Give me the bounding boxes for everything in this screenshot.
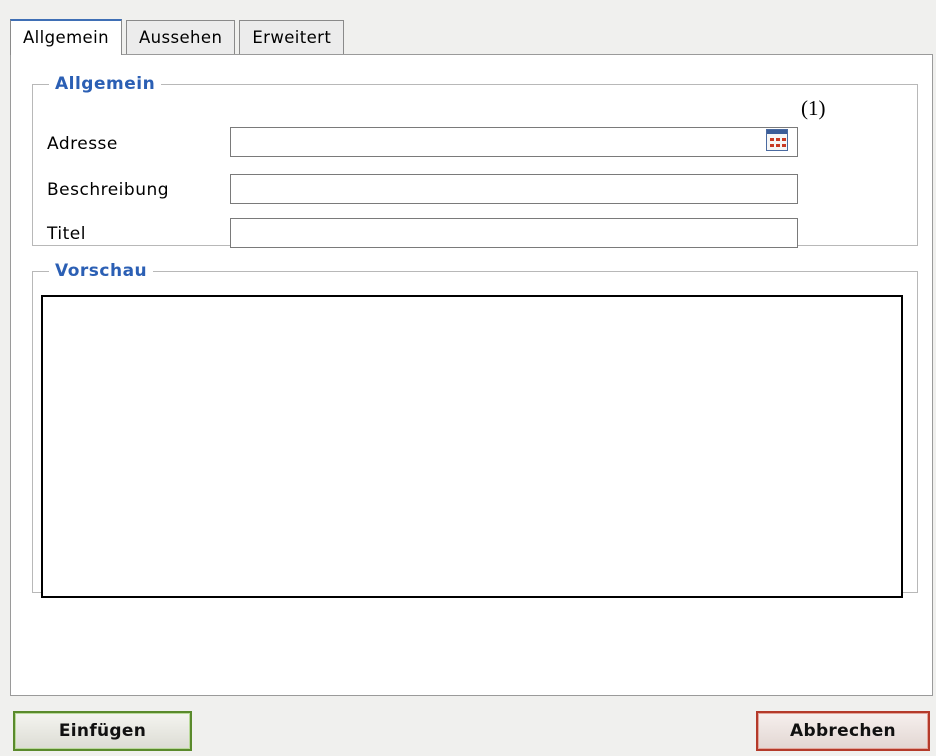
general-legend: Allgemein bbox=[55, 74, 156, 94]
tab-panel: Allgemein Adresse Beschreibung Titel Vor… bbox=[10, 54, 933, 696]
tab-erweitert[interactable]: Erweitert bbox=[239, 20, 345, 54]
title-input[interactable] bbox=[230, 218, 798, 248]
general-fieldset: Allgemein Adresse Beschreibung Titel bbox=[32, 74, 918, 248]
annotation-marker: (1) bbox=[801, 96, 826, 120]
dialog-root: Allgemein Aussehen Erweitert Allgemein A… bbox=[0, 0, 936, 756]
description-label: Beschreibung bbox=[47, 180, 170, 200]
tab-bar: Allgemein Aussehen Erweitert bbox=[10, 18, 348, 55]
address-label: Adresse bbox=[47, 134, 118, 154]
insert-button[interactable]: Einfügen bbox=[13, 711, 192, 751]
preview-area bbox=[41, 295, 903, 598]
address-input[interactable] bbox=[230, 127, 798, 157]
tab-aussehen[interactable]: Aussehen bbox=[125, 20, 236, 54]
cancel-button[interactable]: Abbrechen bbox=[756, 711, 930, 751]
title-label: Titel bbox=[47, 224, 86, 244]
preview-legend: Vorschau bbox=[55, 261, 148, 281]
calendar-browse-icon[interactable] bbox=[766, 129, 788, 151]
tab-allgemein[interactable]: Allgemein bbox=[10, 19, 122, 55]
preview-fieldset: Vorschau bbox=[32, 261, 918, 598]
description-input[interactable] bbox=[230, 174, 798, 204]
